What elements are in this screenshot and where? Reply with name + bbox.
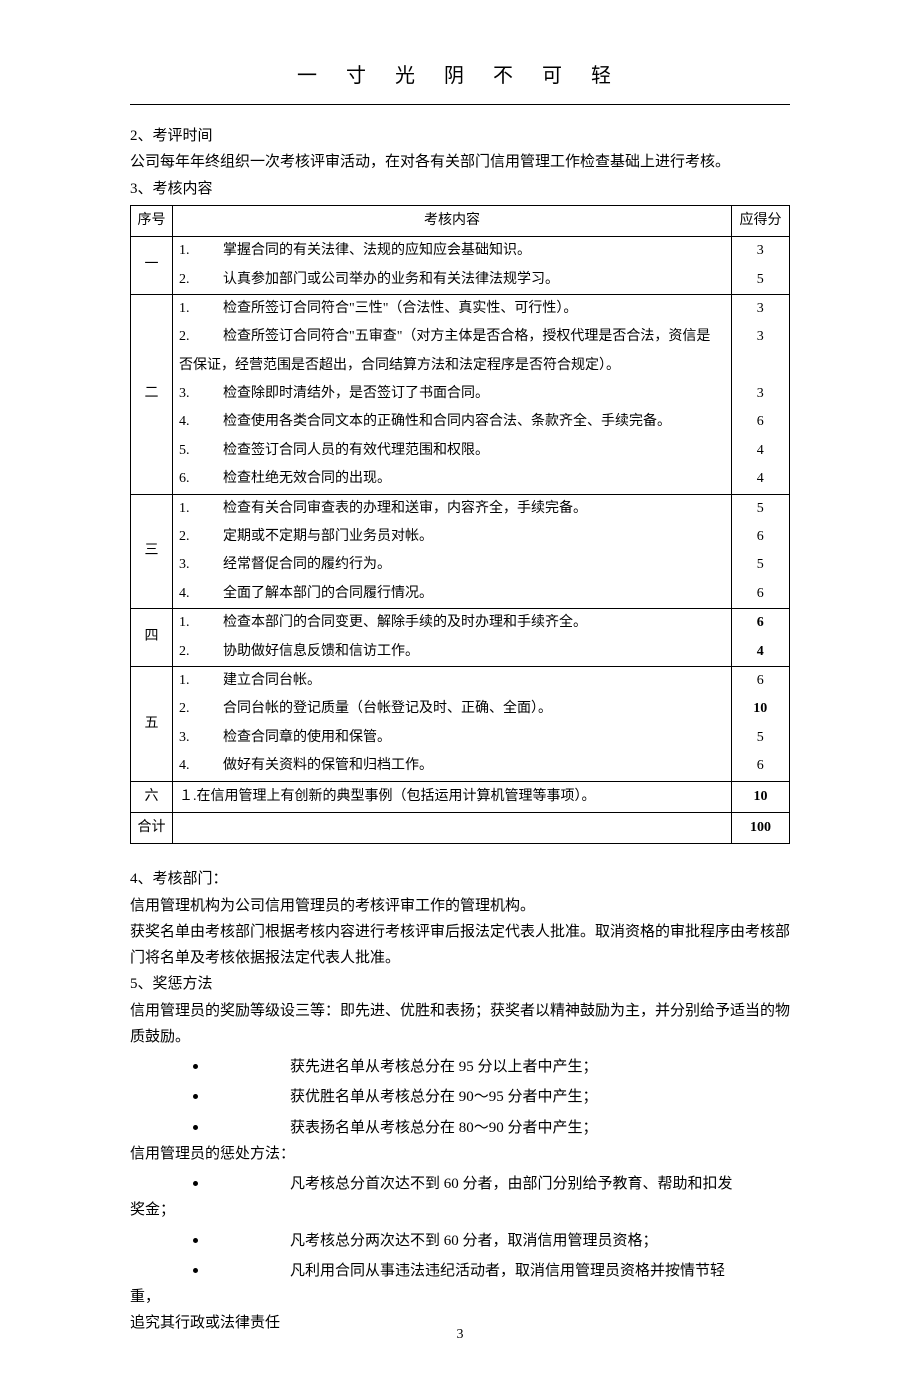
after-p5: 信用管理员的奖励等级设三等：即先进、优胜和表扬；获奖者以精神鼓励为主，并分别给予…	[130, 998, 790, 1051]
head-content: 考核内容	[173, 205, 732, 236]
punish-list-1: 凡考核总分首次达不到 60 分者，由部门分别给予教育、帮助和扣发	[130, 1167, 790, 1197]
content-cell: 1.建立合同台帐。62.合同台帐的登记质量（台帐登记及时、正确、全面）。103.…	[173, 667, 790, 782]
after-p8: 重，	[130, 1284, 790, 1310]
item-text: 1.检查本部门的合同变更、解除手续的及时办理和手续齐全。	[173, 609, 731, 637]
content-cell: １.在信用管理上有创新的典型事例（包括运用计算机管理等事项）。	[173, 781, 732, 812]
seq-cell: 二	[131, 294, 173, 494]
item-score	[731, 352, 789, 380]
after-p7: 奖金；	[130, 1197, 790, 1223]
item-score: 3	[731, 295, 789, 323]
item-score: 10	[731, 695, 789, 723]
table-row: 四1.检查本部门的合同变更、解除手续的及时办理和手续齐全。62.协助做好信息反馈…	[131, 609, 790, 667]
header-rule	[130, 104, 790, 105]
seq-cell: 四	[131, 609, 173, 667]
table-head-row: 序号 考核内容 应得分	[131, 205, 790, 236]
item-score: 5	[731, 266, 789, 294]
after-p1: 4、考核部门：	[130, 866, 790, 892]
item-text: 1.建立合同台帐。	[173, 667, 731, 695]
item-score: 6	[731, 408, 789, 436]
item-text: 3.检查合同章的使用和保管。	[173, 724, 731, 752]
running-header: 一 寸 光 阴 不 可 轻	[130, 60, 790, 92]
list-item: 获表扬名单从考核总分在 80～90 分者中产生；	[210, 1111, 790, 1141]
after-p4: 5、奖惩方法	[130, 971, 790, 997]
item-score: 3	[731, 237, 789, 265]
assessment-table: 序号 考核内容 应得分 一1.掌握合同的有关法律、法规的应知应会基础知识。32.…	[130, 205, 790, 845]
item-score: 6	[731, 580, 789, 608]
content-cell: 1.掌握合同的有关法律、法规的应知应会基础知识。32.认真参加部门或公司举办的业…	[173, 237, 790, 295]
total-score: 100	[732, 812, 790, 843]
item-score: 4	[731, 638, 789, 666]
intro-block: 2、考评时间 公司每年年终组织一次考核评审活动，在对各有关部门信用管理工作检查基…	[130, 123, 790, 202]
item-score: 5	[731, 495, 789, 523]
total-row: 合计 100	[131, 812, 790, 843]
intro-line-1: 2、考评时间	[130, 123, 790, 149]
item-text: 3.检查除即时清结外，是否签订了书面合同。	[173, 380, 731, 408]
list-item: 凡利用合同从事违法违纪活动者，取消信用管理员资格并按情节轻	[210, 1254, 790, 1284]
item-score: 6	[731, 752, 789, 780]
item-text: 1.掌握合同的有关法律、法规的应知应会基础知识。	[173, 237, 731, 265]
after-p3: 获奖名单由考核部门根据考核内容进行考核评审后报法定代表人批准。取消资格的审批程序…	[130, 919, 790, 972]
item-score: 3	[731, 380, 789, 408]
list-item: 获优胜名单从考核总分在 90～95 分者中产生；	[210, 1080, 790, 1110]
item-text: 1.检查有关合同审查表的办理和送审，内容齐全，手续完备。	[173, 495, 731, 523]
item-score: 4	[731, 437, 789, 465]
item-text: 1.检查所签订合同符合"三性"（合法性、真实性、可行性）。	[173, 295, 731, 323]
item-score: 4	[731, 465, 789, 493]
page-number: 3	[0, 1324, 920, 1346]
total-label: 合计	[131, 812, 173, 843]
seq-cell: 三	[131, 494, 173, 609]
item-score: 6	[731, 609, 789, 637]
head-seq: 序号	[131, 205, 173, 236]
list-item: 凡考核总分两次达不到 60 分者，取消信用管理员资格；	[210, 1224, 790, 1254]
item-text: 5.检查签订合同人员的有效代理范围和权限。	[173, 437, 731, 465]
content-cell: 1.检查有关合同审查表的办理和送审，内容齐全，手续完备。52.定期或不定期与部门…	[173, 494, 790, 609]
item-score: 5	[731, 724, 789, 752]
content-cell: 1.检查本部门的合同变更、解除手续的及时办理和手续齐全。62.协助做好信息反馈和…	[173, 609, 790, 667]
item-text: 4.全面了解本部门的合同履行情况。	[173, 580, 731, 608]
table-row: 六１.在信用管理上有创新的典型事例（包括运用计算机管理等事项）。10	[131, 781, 790, 812]
table-row: 三1.检查有关合同审查表的办理和送审，内容齐全，手续完备。52.定期或不定期与部…	[131, 494, 790, 609]
item-score: 3	[731, 323, 789, 351]
item-text: 3.经常督促合同的履约行为。	[173, 551, 731, 579]
after-p6: 信用管理员的惩处方法：	[130, 1141, 790, 1167]
item-text: 2.定期或不定期与部门业务员对帐。	[173, 523, 731, 551]
page: 一 寸 光 阴 不 可 轻 2、考评时间 公司每年年终组织一次考核评审活动，在对…	[0, 0, 920, 1377]
seq-cell: 一	[131, 237, 173, 295]
item-score: 6	[731, 523, 789, 551]
item-text: 4.做好有关资料的保管和归档工作。	[173, 752, 731, 780]
seq-cell: 五	[131, 667, 173, 782]
item-score: 6	[731, 667, 789, 695]
seq-cell: 六	[131, 781, 173, 812]
intro-line-2: 公司每年年终组织一次考核评审活动，在对各有关部门信用管理工作检查基础上进行考核。	[130, 149, 790, 175]
item-text: 2.认真参加部门或公司举办的业务和有关法律法规学习。	[173, 266, 731, 294]
intro-line-3: 3、考核内容	[130, 176, 790, 202]
list-item: 获先进名单从考核总分在 95 分以上者中产生；	[210, 1050, 790, 1080]
item-text: 2.合同台帐的登记质量（台帐登记及时、正确、全面）。	[173, 695, 731, 723]
score-cell: 10	[732, 781, 790, 812]
after-p2: 信用管理机构为公司信用管理员的考核评审工作的管理机构。	[130, 893, 790, 919]
head-score: 应得分	[732, 205, 790, 236]
item-text: 2.检查所签订合同符合"五审查"（对方主体是否合格，授权代理是否合法，资信是	[173, 323, 731, 351]
punish-list-2: 凡考核总分两次达不到 60 分者，取消信用管理员资格；凡利用合同从事违法违纪活动…	[130, 1224, 790, 1285]
item-text: 6.检查杜绝无效合同的出现。	[173, 465, 731, 493]
item-score: 5	[731, 551, 789, 579]
item-text: 4.检查使用各类合同文本的正确性和合同内容合法、条款齐全、手续完备。	[173, 408, 731, 436]
content-cell: 1.检查所签订合同符合"三性"（合法性、真实性、可行性）。32.检查所签订合同符…	[173, 294, 790, 494]
after-block: 4、考核部门： 信用管理机构为公司信用管理员的考核评审工作的管理机构。 获奖名单…	[130, 866, 790, 1336]
item-text: 2.协助做好信息反馈和信访工作。	[173, 638, 731, 666]
list-item: 凡考核总分首次达不到 60 分者，由部门分别给予教育、帮助和扣发	[210, 1167, 790, 1197]
table-row: 二1.检查所签订合同符合"三性"（合法性、真实性、可行性）。32.检查所签订合同…	[131, 294, 790, 494]
table-row: 一1.掌握合同的有关法律、法规的应知应会基础知识。32.认真参加部门或公司举办的…	[131, 237, 790, 295]
total-spacer	[173, 812, 732, 843]
reward-list: 获先进名单从考核总分在 95 分以上者中产生；获优胜名单从考核总分在 90～95…	[130, 1050, 790, 1141]
item-text: 否保证，经营范围是否超出，合同结算方法和法定程序是否符合规定）。	[173, 352, 731, 380]
table-row: 五1.建立合同台帐。62.合同台帐的登记质量（台帐登记及时、正确、全面）。103…	[131, 667, 790, 782]
